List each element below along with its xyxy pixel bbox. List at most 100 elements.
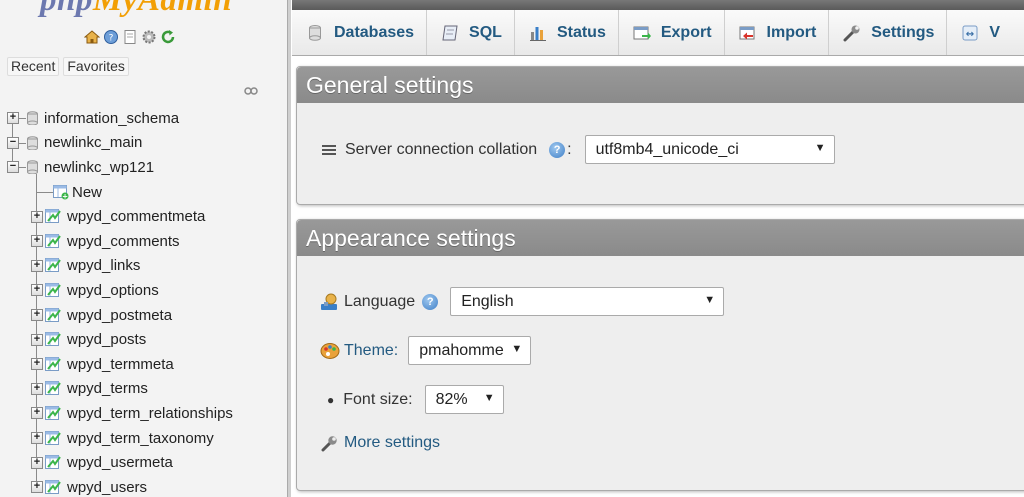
table-item[interactable]: + wpyd_options <box>0 278 287 303</box>
db-node-newlinkc-main[interactable]: − newlinkc_main <box>0 131 287 156</box>
table-name[interactable]: wpyd_options <box>67 282 159 299</box>
help-icon[interactable]: ? <box>549 141 566 158</box>
tab-settings[interactable]: Settings <box>829 10 948 55</box>
table-item[interactable]: + wpyd_commentmeta <box>0 204 287 229</box>
language-select[interactable]: English ▼ <box>450 287 725 316</box>
table-item[interactable]: + wpyd_term_relationships <box>0 401 287 426</box>
table-name[interactable]: wpyd_commentmeta <box>67 208 205 225</box>
database-icon <box>27 160 38 175</box>
table-item[interactable]: + wpyd_term_taxonomy <box>0 426 287 451</box>
collapse-icon[interactable]: − <box>7 136 19 149</box>
expand-icon[interactable]: + <box>31 456 43 469</box>
tab-sql[interactable]: SQL <box>427 10 515 55</box>
help-icon[interactable]: ? <box>422 293 439 310</box>
theme-select[interactable]: pmahomme ▼ <box>408 336 532 365</box>
expand-icon[interactable]: + <box>31 481 43 494</box>
tab-label: Databases <box>334 23 415 41</box>
sql-icon <box>441 24 459 42</box>
databases-icon <box>306 24 324 42</box>
expand-icon[interactable]: + <box>31 333 43 346</box>
tab-variables[interactable]: ↔ V <box>947 10 1012 55</box>
db-name[interactable]: information_schema <box>44 110 179 127</box>
expand-icon[interactable]: + <box>31 284 43 297</box>
panel-title: General settings <box>297 67 1024 103</box>
tab-status[interactable]: Status <box>515 10 619 55</box>
expand-icon[interactable]: + <box>31 235 43 248</box>
tab-label: V <box>989 23 1001 41</box>
language-label: Language <box>344 292 416 310</box>
tab-label: Export <box>660 23 712 41</box>
table-name[interactable]: wpyd_term_taxonomy <box>67 430 214 447</box>
expand-icon[interactable]: + <box>31 309 43 322</box>
wrench-icon <box>843 24 861 42</box>
db-name[interactable]: newlinkc_wp121 <box>44 159 154 176</box>
table-name[interactable]: wpyd_posts <box>67 331 146 348</box>
phpmyadmin-logo[interactable]: phpMyAdmin <box>40 0 232 19</box>
expand-icon[interactable]: + <box>31 382 43 395</box>
link-chain-icon[interactable] <box>244 83 258 100</box>
database-icon <box>27 136 38 150</box>
table-item[interactable]: + wpyd_users <box>0 475 287 497</box>
new-table-item[interactable]: + New <box>0 180 287 205</box>
expand-icon[interactable]: + <box>7 112 19 125</box>
main-content: Databases SQL Status Export Import Setti… <box>292 0 1024 497</box>
panel-splitter[interactable] <box>287 0 291 497</box>
table-icon <box>45 209 61 224</box>
table-icon <box>45 332 61 347</box>
settings-gear-icon[interactable] <box>141 29 157 45</box>
tab-databases[interactable]: Databases <box>292 10 428 55</box>
status-icon <box>529 24 547 42</box>
tab-label: Settings <box>871 23 935 41</box>
table-icon <box>45 258 61 273</box>
tab-label: Status <box>556 23 606 41</box>
general-settings-panel: General settings Server connection colla… <box>296 66 1024 205</box>
fontsize-select[interactable]: 82% ▼ <box>424 385 504 414</box>
new-table-label[interactable]: New <box>72 184 102 201</box>
table-name[interactable]: wpyd_users <box>67 479 147 496</box>
home-icon[interactable] <box>84 29 100 45</box>
panel-title: Appearance settings <box>297 220 1024 256</box>
table-icon <box>45 455 61 470</box>
expand-icon[interactable]: + <box>31 259 43 272</box>
expand-icon[interactable]: + <box>31 432 43 445</box>
table-name[interactable]: wpyd_postmeta <box>67 307 172 324</box>
dropdown-arrow-icon: ▼ <box>704 294 716 306</box>
tab-import[interactable]: Import <box>725 10 830 55</box>
more-settings-link[interactable]: More settings <box>344 434 440 452</box>
database-tree: + information_schema − newlinkc_main − n… <box>0 106 287 497</box>
db-node-newlinkc-wp121[interactable]: − newlinkc_wp121 <box>0 155 287 180</box>
favorites-tab[interactable]: Favorites <box>63 57 129 76</box>
table-item[interactable]: + wpyd_links <box>0 254 287 279</box>
expand-icon[interactable]: + <box>31 407 43 420</box>
wrench-icon <box>321 436 337 452</box>
collation-select[interactable]: utf8mb4_unicode_ci ▼ <box>584 135 835 164</box>
navigation-panel: phpMyAdmin ? Recent Favorites + informat… <box>0 0 287 497</box>
table-name[interactable]: wpyd_usermeta <box>67 454 173 471</box>
theme-link[interactable]: Theme: <box>344 342 398 360</box>
table-icon <box>45 307 61 322</box>
table-item[interactable]: + wpyd_comments <box>0 229 287 254</box>
table-name[interactable]: wpyd_term_relationships <box>67 405 233 422</box>
table-name[interactable]: wpyd_comments <box>67 233 180 250</box>
collapse-icon[interactable]: − <box>7 161 19 174</box>
logout-icon[interactable]: ? <box>103 29 119 45</box>
tab-export[interactable]: Export <box>619 10 725 55</box>
table-name[interactable]: wpyd_termmeta <box>67 356 174 373</box>
table-item[interactable]: + wpyd_usermeta <box>0 450 287 475</box>
table-name[interactable]: wpyd_terms <box>67 380 148 397</box>
import-icon <box>739 24 757 42</box>
expand-icon[interactable]: + <box>31 210 43 223</box>
docs-icon[interactable] <box>122 29 138 45</box>
table-item[interactable]: + wpyd_termmeta <box>0 352 287 377</box>
table-item[interactable]: + wpyd_terms <box>0 377 287 402</box>
recent-tab[interactable]: Recent <box>7 57 60 76</box>
table-item[interactable]: + wpyd_posts <box>0 327 287 352</box>
table-item[interactable]: + wpyd_postmeta <box>0 303 287 328</box>
db-node-information-schema[interactable]: + information_schema <box>0 106 287 131</box>
reload-icon[interactable] <box>160 29 176 45</box>
db-name[interactable]: newlinkc_main <box>44 134 142 151</box>
table-name[interactable]: wpyd_links <box>67 257 140 274</box>
tab-label: Import <box>766 23 817 41</box>
dropdown-arrow-icon: ▼ <box>511 343 523 355</box>
expand-icon[interactable]: + <box>31 358 43 371</box>
